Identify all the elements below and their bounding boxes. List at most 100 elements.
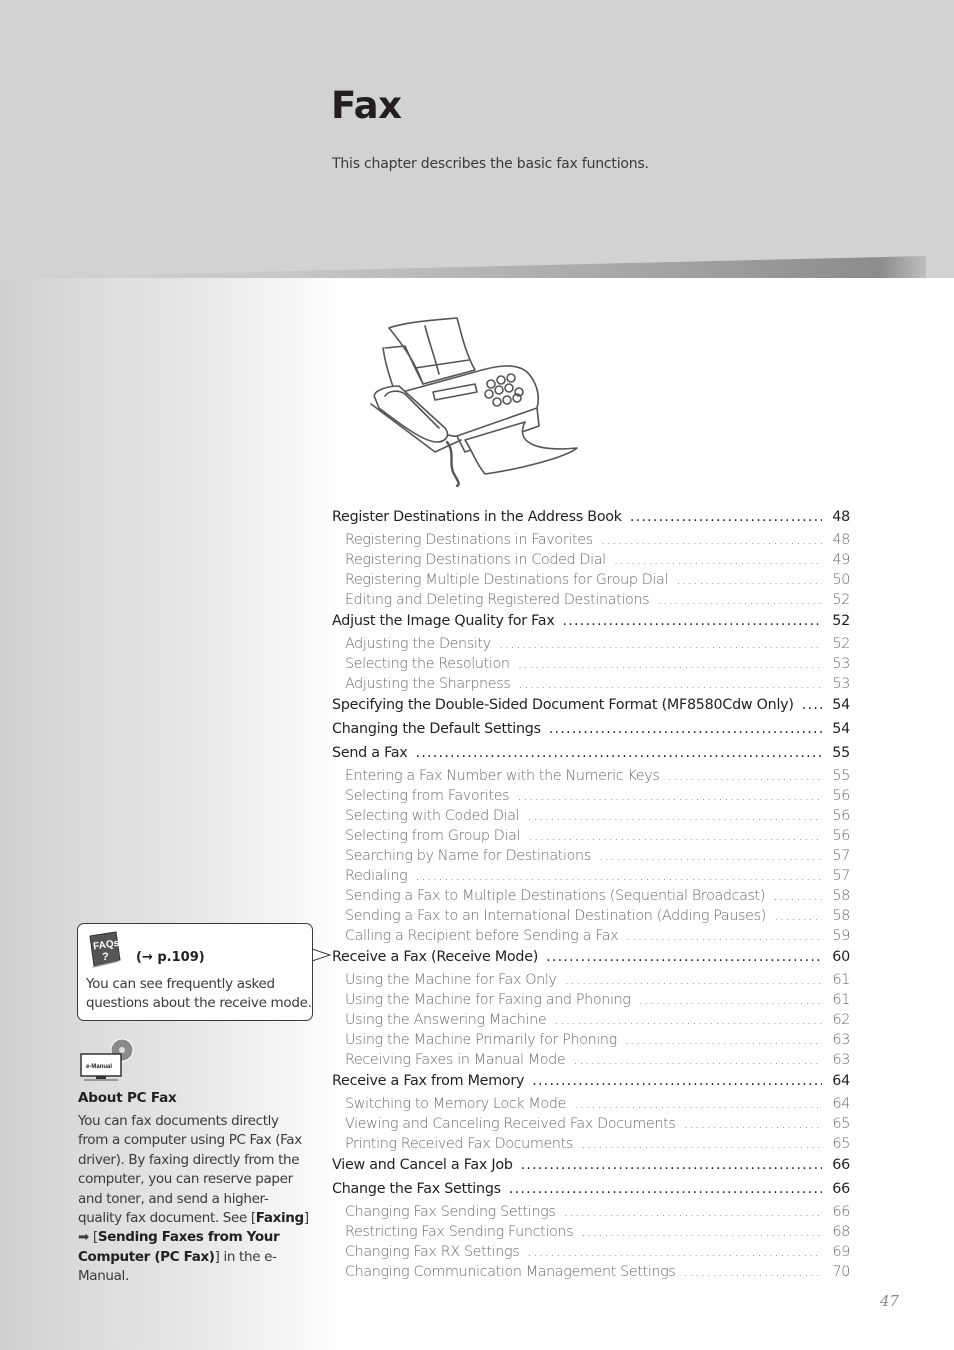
- toc-subsection-entry[interactable]: Adjusting the Density 52: [332, 634, 850, 654]
- toc-entry-page: 58: [832, 908, 851, 924]
- toc-dot-leader: [509, 1178, 822, 1200]
- toc-dot-leader: [528, 826, 822, 846]
- toc-subsection-entry[interactable]: Adjusting the Sharpness 53: [332, 674, 850, 694]
- toc-dot-leader: [517, 786, 822, 806]
- toc-dot-leader: [518, 674, 822, 694]
- toc-entry-label: Restricting Fax Sending Functions: [345, 1224, 574, 1240]
- toc-entry-page: 69: [832, 1244, 851, 1260]
- toc-subsection-entry[interactable]: Receiving Faxes in Manual Mode 63: [332, 1050, 850, 1070]
- toc-section-entry[interactable]: Register Destinations in the Address Boo…: [332, 506, 850, 530]
- toc-entry-page: 53: [832, 676, 851, 692]
- toc-subsection-entry[interactable]: Calling a Recipient before Sending a Fax…: [332, 926, 850, 946]
- toc-subsection-entry[interactable]: Searching by Name for Destinations 57: [332, 846, 850, 866]
- toc-entry-label: Changing Fax Sending Settings: [345, 1204, 556, 1220]
- toc-dot-leader: [774, 906, 822, 926]
- toc-entry-page: 55: [832, 745, 850, 761]
- toc-entry-label: Entering a Fax Number with the Numeric K…: [345, 768, 660, 784]
- toc-entry-label: Registering Destinations in Coded Dial: [345, 552, 606, 568]
- toc-entry-label: Adjusting the Density: [345, 636, 491, 652]
- toc-dot-leader: [630, 506, 822, 528]
- toc-dot-leader: [416, 742, 823, 764]
- toc-entry-page: 49: [832, 552, 851, 568]
- toc-dot-leader: [773, 886, 822, 906]
- toc-subsection-entry[interactable]: Selecting the Resolution 53: [332, 654, 850, 674]
- toc-entry-page: 61: [832, 992, 851, 1008]
- chapter-header: Fax This chapter describes the basic fax…: [0, 0, 954, 278]
- toc-entry-label: Using the Answering Machine: [345, 1012, 547, 1028]
- toc-entry-page: 56: [832, 808, 851, 824]
- toc-section-entry[interactable]: Receive a Fax from Memory 64: [332, 1070, 850, 1094]
- toc-subsection-entry[interactable]: Registering Destinations in Coded Dial 49: [332, 550, 850, 570]
- toc-subsection-entry[interactable]: Using the Machine for Faxing and Phoning…: [332, 990, 850, 1010]
- toc-subsection-entry[interactable]: Redialing 57: [332, 866, 850, 886]
- toc-subsection-entry[interactable]: Printing Received Fax Documents 65: [332, 1134, 850, 1154]
- toc-section-entry[interactable]: Send a Fax 55: [332, 742, 850, 766]
- toc-dot-leader: [657, 590, 822, 610]
- toc-entry-label: Editing and Deleting Registered Destinat…: [345, 592, 650, 608]
- toc-subsection-entry[interactable]: Viewing and Canceling Received Fax Docum…: [332, 1114, 850, 1134]
- toc-entry-label: Using the Machine for Fax Only: [345, 972, 557, 988]
- toc-entry-page: 66: [832, 1204, 851, 1220]
- toc-dot-leader: [802, 694, 822, 716]
- toc-subsection-entry[interactable]: Selecting from Favorites 56: [332, 786, 850, 806]
- toc-dot-leader: [546, 946, 822, 968]
- toc-entry-label: Searching by Name for Destinations: [345, 848, 591, 864]
- toc-entry-page: 54: [832, 697, 850, 713]
- toc-subsection-entry[interactable]: Switching to Memory Lock Mode 64: [332, 1094, 850, 1114]
- faq-icon-question: ?: [102, 951, 109, 963]
- toc-entry-label: Selecting from Group Dial: [345, 828, 521, 844]
- toc-dot-leader: [499, 634, 822, 654]
- toc-entry-label: Selecting with Coded Dial: [345, 808, 520, 824]
- toc-entry-label: Specifying the Double-Sided Document For…: [332, 697, 794, 713]
- toc-section-entry[interactable]: Change the Fax Settings 66: [332, 1178, 850, 1202]
- toc-entry-page: 55: [832, 768, 851, 784]
- toc-section-entry[interactable]: Receive a Fax (Receive Mode) 60: [332, 946, 850, 970]
- toc-entry-page: 66: [832, 1157, 850, 1173]
- toc-subsection-entry[interactable]: Registering Multiple Destinations for Gr…: [332, 570, 850, 590]
- faq-page-link[interactable]: (→ p.109): [136, 950, 205, 965]
- faq-callout: FAQs ? (→ p.109) You can see frequently …: [77, 923, 313, 1021]
- toc-entry-label: Changing Communication Management Settin…: [345, 1264, 676, 1280]
- toc-section-entry[interactable]: Specifying the Double-Sided Document For…: [332, 694, 850, 718]
- toc-entry-label: Selecting the Resolution: [345, 656, 510, 672]
- toc-subsection-entry[interactable]: Sending a Fax to an International Destin…: [332, 906, 850, 926]
- toc-entry-page: 50: [832, 572, 851, 588]
- toc-dot-leader: [599, 846, 822, 866]
- toc-entry-page: 68: [832, 1224, 851, 1240]
- toc-subsection-entry[interactable]: Using the Answering Machine 62: [332, 1010, 850, 1030]
- toc-subsection-entry[interactable]: Editing and Deleting Registered Destinat…: [332, 590, 850, 610]
- toc-dot-leader: [639, 990, 822, 1010]
- toc-entry-page: 56: [832, 788, 851, 804]
- toc-section-entry[interactable]: Adjust the Image Quality for Fax 52: [332, 610, 850, 634]
- toc-entry-page: 58: [832, 888, 851, 904]
- toc-subsection-entry[interactable]: Restricting Fax Sending Functions 68: [332, 1222, 850, 1242]
- toc-entry-label: Adjust the Image Quality for Fax: [332, 613, 555, 629]
- toc-subsection-entry[interactable]: Sending a Fax to Multiple Destinations (…: [332, 886, 850, 906]
- toc-dot-leader: [581, 1134, 822, 1154]
- toc-subsection-entry[interactable]: Selecting from Group Dial 56: [332, 826, 850, 846]
- toc-entry-label: View and Cancel a Fax Job: [332, 1157, 513, 1173]
- toc-section-entry[interactable]: Changing the Default Settings 54: [332, 718, 850, 742]
- toc-dot-leader: [554, 1010, 822, 1030]
- toc-subsection-entry[interactable]: Changing Fax Sending Settings 66: [332, 1202, 850, 1222]
- toc-section-entry[interactable]: View and Cancel a Fax Job 66: [332, 1154, 850, 1178]
- faq-callout-pointer-icon: [312, 948, 332, 962]
- chapter-description: This chapter describes the basic fax fun…: [332, 156, 649, 172]
- toc-subsection-entry[interactable]: Using the Machine Primarily for Phoning 6…: [332, 1030, 850, 1050]
- toc-entry-page: 52: [832, 636, 851, 652]
- toc-dot-leader: [625, 1030, 822, 1050]
- toc-dot-leader: [667, 766, 822, 786]
- toc-dot-leader: [573, 1050, 822, 1070]
- toc-entry-label: Receive a Fax from Memory: [332, 1073, 525, 1089]
- toc-subsection-entry[interactable]: Entering a Fax Number with the Numeric K…: [332, 766, 850, 786]
- faxing-link[interactable]: Faxing: [256, 1210, 304, 1226]
- toc-subsection-entry[interactable]: Changing Fax RX Settings 69: [332, 1242, 850, 1262]
- toc-dot-leader: [415, 866, 822, 886]
- toc-subsection-entry[interactable]: Registering Destinations in Favorites 48: [332, 530, 850, 550]
- toc-dot-leader: [563, 610, 822, 632]
- toc-subsection-entry[interactable]: Changing Communication Management Settin…: [332, 1262, 850, 1282]
- toc-subsection-entry[interactable]: Using the Machine for Fax Only 61: [332, 970, 850, 990]
- toc-entry-page: 64: [832, 1096, 851, 1112]
- about-pc-fax-title: About PC Fax: [78, 1090, 177, 1106]
- toc-subsection-entry[interactable]: Selecting with Coded Dial 56: [332, 806, 850, 826]
